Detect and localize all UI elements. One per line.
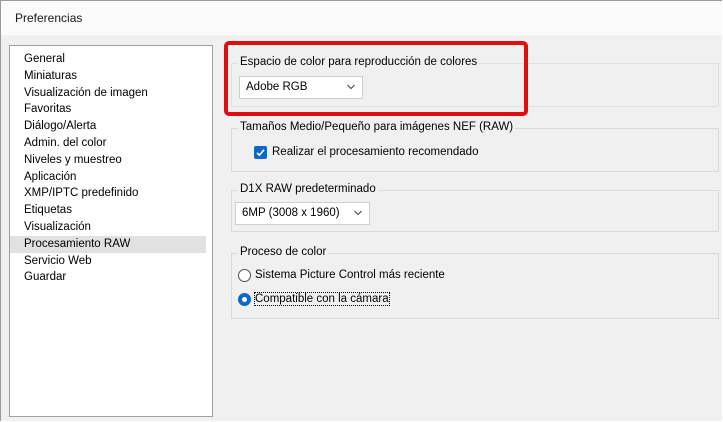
sidebar-item[interactable]: Favoritas <box>10 101 212 118</box>
recommended-processing-label[interactable]: Realizar el procesamiento recomendado <box>272 146 478 158</box>
sidebar-item[interactable]: Servicio Web <box>10 253 212 270</box>
sidebar-item[interactable]: XMP/IPTC predefinido <box>10 185 212 202</box>
d1x-raw-group-title: D1X RAW predeterminado <box>238 183 378 195</box>
category-list[interactable]: General Miniaturas Visualización de imagen… <box>9 45 213 417</box>
sidebar-item[interactable]: Visualización de imagen <box>10 85 212 102</box>
d1x-raw-group: D1X RAW predeterminado 6MP (3008 x 1960) <box>231 183 719 232</box>
sidebar-item[interactable]: Aplicación <box>10 169 212 186</box>
title-bar[interactable]: Preferencias <box>1 1 722 35</box>
d1x-raw-dropdown[interactable]: 6MP (3008 x 1960) <box>235 202 370 225</box>
sidebar-item[interactable]: Etiquetas <box>10 202 212 219</box>
sidebar-item[interactable]: Miniaturas <box>10 68 212 85</box>
camera-compatible-radio[interactable] <box>238 293 251 306</box>
category-list-items: General Miniaturas Visualización de imagen… <box>10 46 212 286</box>
sidebar-item[interactable]: Diálogo/Alerta <box>10 118 212 135</box>
sidebar-item[interactable]: Niveles y muestreo <box>10 152 212 169</box>
nef-sizes-group-title: Tamaños Medio/Pequeño para imágenes NEF … <box>238 121 516 133</box>
window-title: Preferencias <box>15 11 83 25</box>
chevron-down-icon <box>354 210 362 216</box>
sidebar-item[interactable]: Admin. del color <box>10 135 212 152</box>
checkmark-icon <box>256 149 265 157</box>
nef-sizes-group: Tamaños Medio/Pequeño para imágenes NEF … <box>231 121 719 172</box>
color-process-group-title: Proceso de color <box>238 246 329 258</box>
latest-picture-control-radio[interactable] <box>238 269 251 282</box>
preferences-window: Preferencias General Miniaturas Visualizac… <box>0 0 722 421</box>
sidebar-item[interactable]: Guardar <box>10 269 212 286</box>
color-process-group: Proceso de color Sistema Picture Control… <box>231 246 719 319</box>
highlight-box <box>224 41 528 116</box>
sidebar-item[interactable]: Visualización <box>10 219 212 236</box>
sidebar-item[interactable]: General <box>10 51 212 68</box>
camera-compatible-label[interactable]: Compatible con la cámara <box>254 292 390 306</box>
sidebar-item[interactable]: Procesamiento RAW <box>10 235 206 253</box>
latest-picture-control-label[interactable]: Sistema Picture Control más reciente <box>255 269 445 281</box>
recommended-processing-checkbox[interactable] <box>254 146 267 159</box>
d1x-raw-value: 6MP (3008 x 1960) <box>242 207 340 219</box>
